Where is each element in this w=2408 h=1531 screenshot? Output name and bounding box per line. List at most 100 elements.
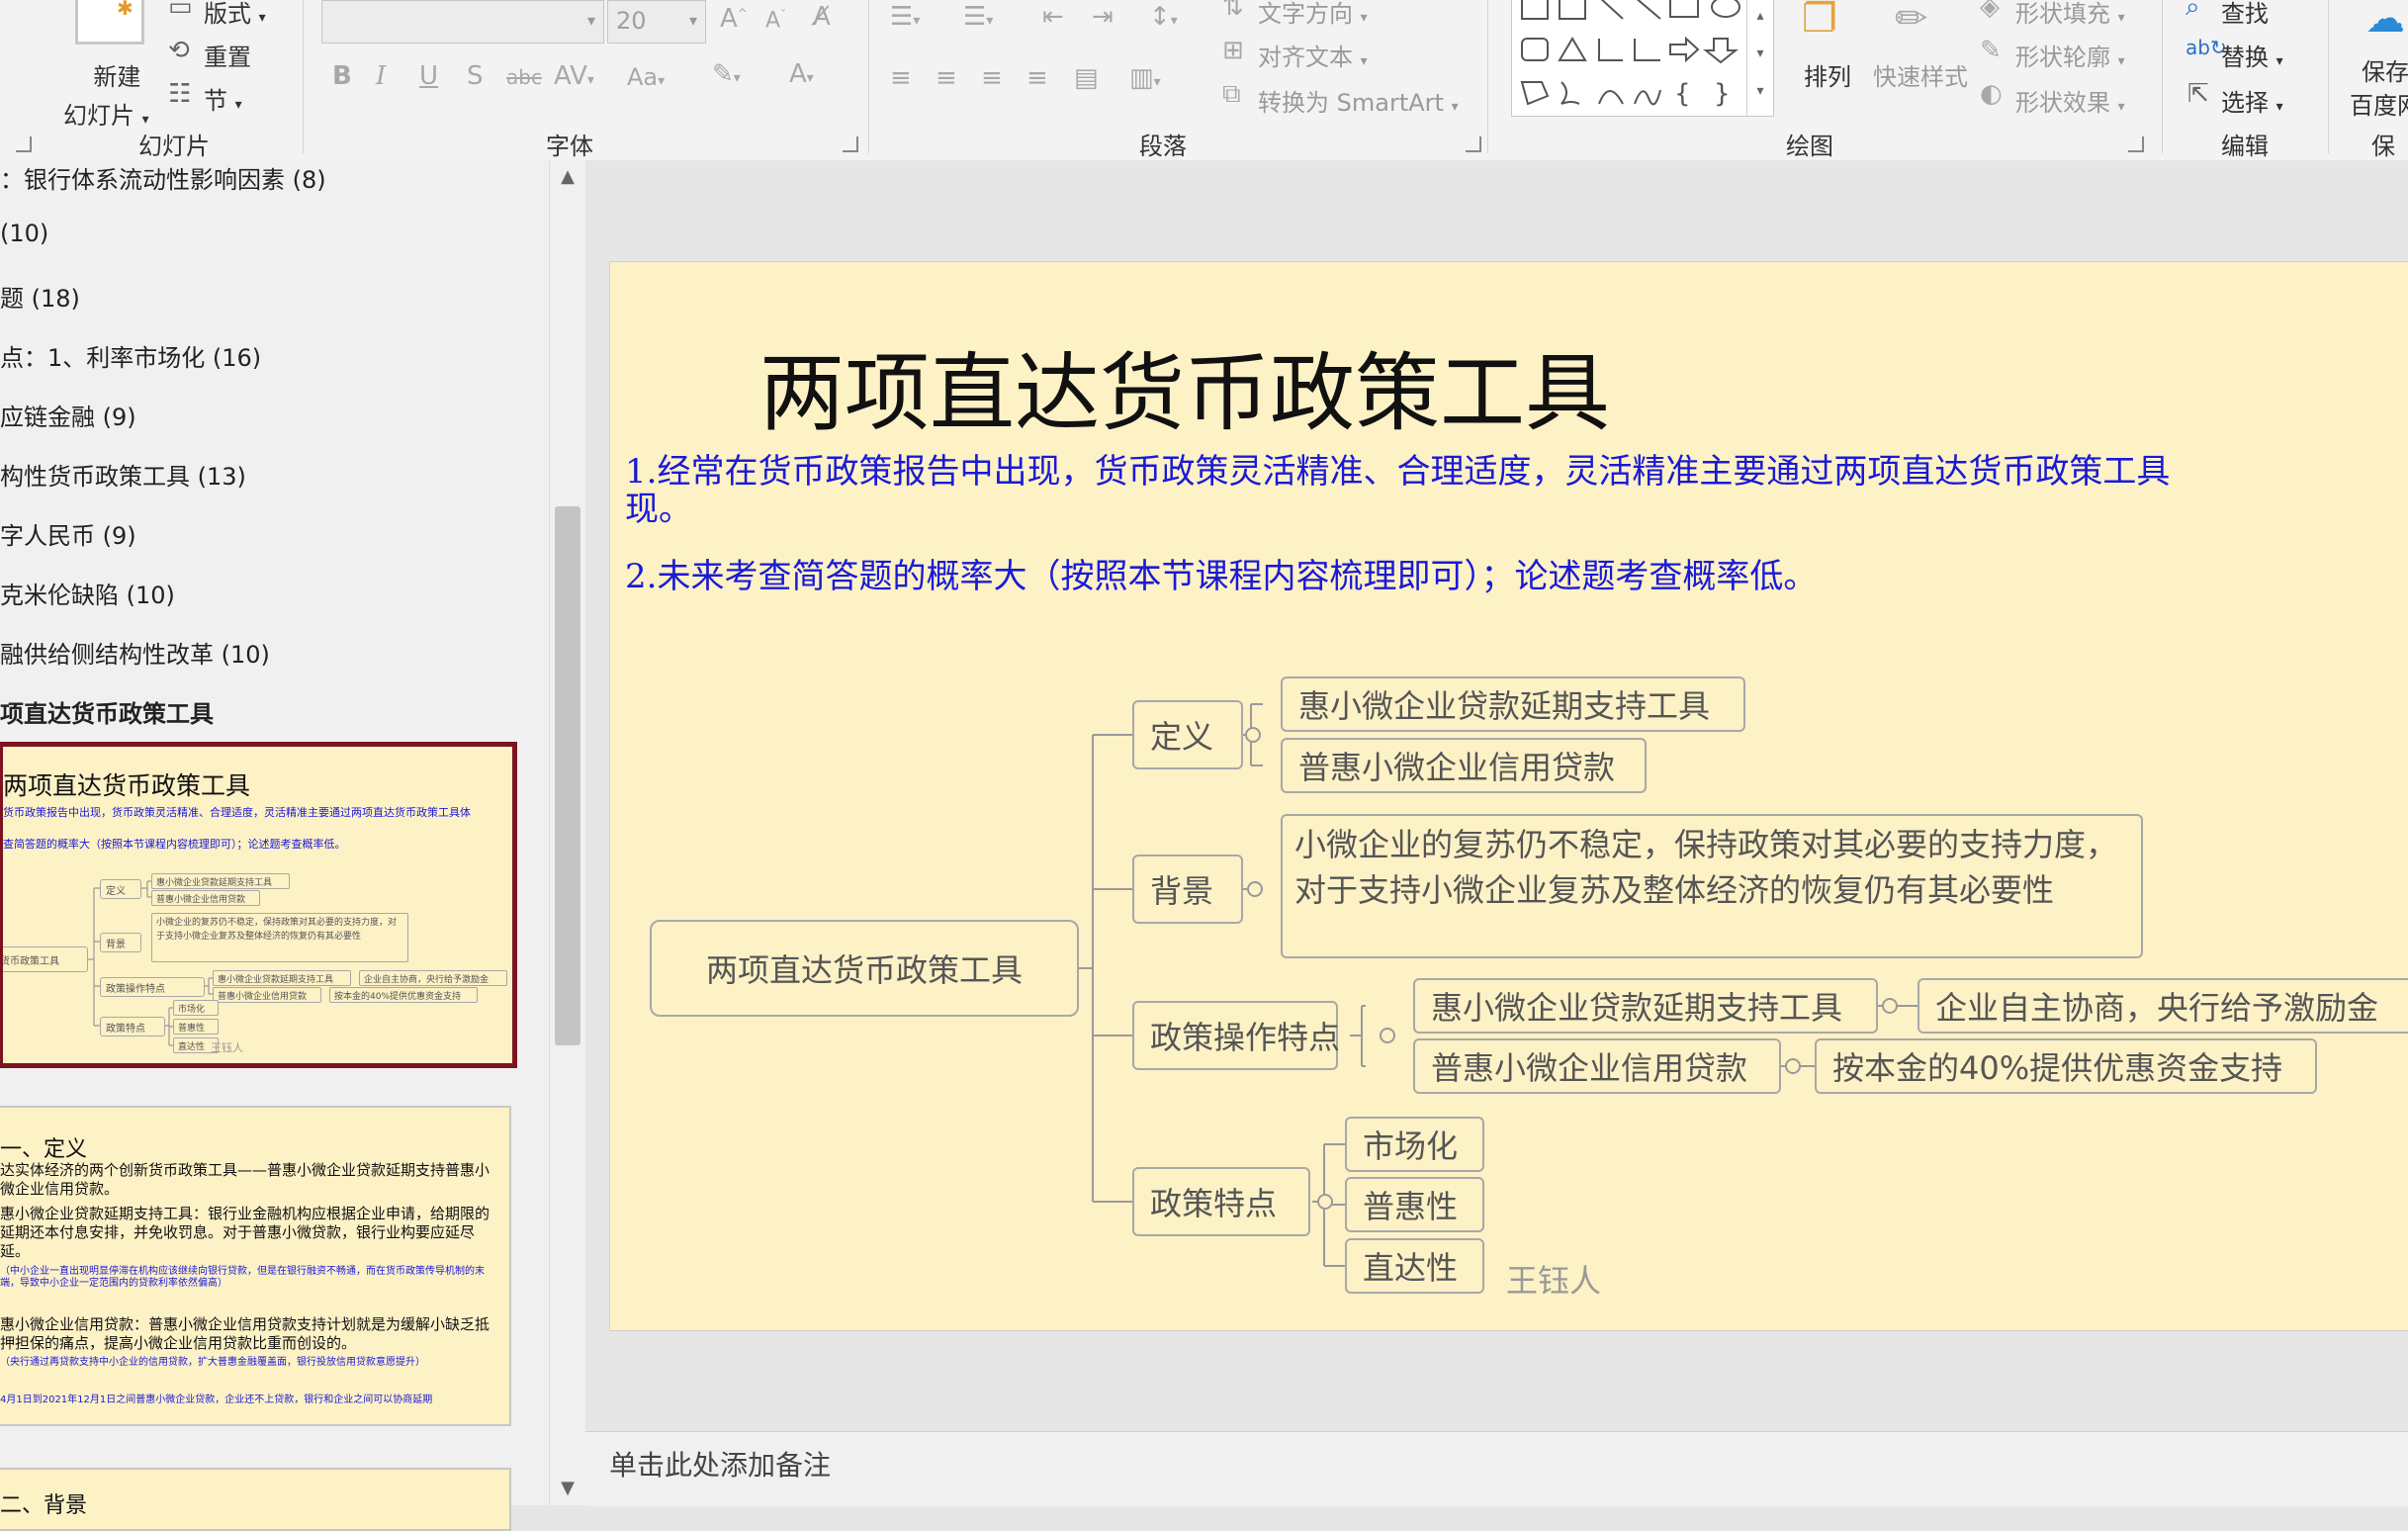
thumb-node-text: 达货币政策工具 bbox=[0, 955, 59, 967]
shapes-gallery[interactable]: { } ▴ ▾ ▾ bbox=[1511, 0, 1774, 117]
font-color-icon[interactable]: A▾ bbox=[789, 59, 814, 89]
shape-fill-button[interactable]: 形状填充 ▾ bbox=[2015, 0, 2125, 29]
new-slide-button[interactable]: 新建 幻灯片 ▾ bbox=[63, 57, 149, 131]
numbering-icon[interactable]: ☰▾ bbox=[963, 2, 993, 32]
mindmap-root-node[interactable]: 两项直达货币政策工具 bbox=[650, 920, 1079, 1017]
section-button[interactable]: 节 ▾ bbox=[204, 81, 242, 116]
align-center-icon[interactable]: ≡ bbox=[936, 63, 957, 93]
line-spacing-icon[interactable]: ↕▾ bbox=[1149, 2, 1178, 32]
outline-item[interactable]: 克米伦缺陷 (10) bbox=[0, 576, 175, 610]
clear-format-icon[interactable]: A̸ bbox=[813, 2, 831, 32]
layout-button[interactable]: 版式 ▾ bbox=[204, 0, 266, 29]
text-direction-icon: ⇅ bbox=[1222, 0, 1244, 22]
smartart-icon: ⧉ bbox=[1222, 79, 1241, 109]
bold-icon[interactable]: B bbox=[332, 61, 352, 91]
shape-effects-button[interactable]: 形状效果 ▾ bbox=[2015, 83, 2125, 118]
thumb-node: 按本金的40%提供优惠资金支持 bbox=[329, 987, 478, 1003]
decrease-indent-icon[interactable]: ⇤ bbox=[1042, 2, 1064, 32]
strikethrough-icon[interactable]: abc bbox=[506, 65, 542, 89]
mindmap-node-text: 政策特点 bbox=[1150, 1185, 1278, 1222]
outline-item[interactable]: ：银行体系流动性影响因素 (8) bbox=[0, 160, 326, 195]
increase-indent-icon[interactable]: ⇥ bbox=[1092, 2, 1114, 32]
slides-group-label: 幻灯片 bbox=[138, 133, 210, 160]
ribbon-separator bbox=[303, 0, 304, 153]
mindmap-leaf[interactable]: 普惠性 bbox=[1345, 1177, 1484, 1232]
slide-canvas[interactable]: 两项直达货币政策工具 1.经常在货币政策报告中出现，货币政策灵活精准、合理适度，… bbox=[609, 261, 2408, 1331]
outline-scrollbar[interactable]: ▲ ▼ bbox=[549, 160, 585, 1505]
align-right-icon[interactable]: ≡ bbox=[981, 63, 1003, 93]
underline-icon[interactable]: U bbox=[419, 61, 438, 91]
thumb2-note: （中小企业一直出现明显停滞在机构应该继续向银行贷款，但是在银行融资不畅通，而在货… bbox=[0, 1266, 485, 1289]
thumb-node-text: 普惠小微企业信用贷款 bbox=[218, 991, 308, 1002]
gallery-scroll[interactable]: ▴ ▾ ▾ bbox=[1746, 0, 1773, 116]
thumb3-heading: 二、背景 bbox=[0, 1493, 88, 1518]
align-left-icon[interactable]: ≡ bbox=[890, 63, 912, 93]
new-slide-star-icon: ✱ bbox=[117, 0, 134, 20]
slides-launcher[interactable] bbox=[16, 136, 32, 152]
grow-font-icon[interactable]: A^ bbox=[720, 4, 748, 34]
notes-pane[interactable]: 单击此处添加备注 bbox=[585, 1431, 2408, 1506]
convert-smartart-button[interactable]: 转换为 SmartArt ▾ bbox=[1258, 83, 1459, 118]
outline-item[interactable]: 项直达货币政策工具 bbox=[0, 694, 214, 729]
distributed-icon[interactable]: ▤ bbox=[1074, 63, 1099, 93]
save-baidu-button[interactable]: 保存 百度网 bbox=[2350, 55, 2408, 123]
mindmap-node-background[interactable]: 背景 bbox=[1132, 855, 1243, 924]
mindmap-leaf[interactable]: 市场化 bbox=[1345, 1117, 1484, 1172]
mindmap-leaf[interactable]: 惠小微企业贷款延期支持工具 bbox=[1413, 978, 1878, 1034]
select-button[interactable]: 选择 ▾ bbox=[2221, 83, 2283, 118]
paragraph-launcher[interactable] bbox=[1466, 136, 1481, 152]
scroll-up-icon[interactable]: ▲ bbox=[550, 166, 585, 187]
thumb-node: 普惠性 bbox=[173, 1019, 219, 1035]
outline-item[interactable]: (10) bbox=[0, 220, 48, 247]
bullets-icon[interactable]: ☰▾ bbox=[890, 2, 920, 32]
section-label: 节 bbox=[204, 87, 227, 115]
mindmap-node-text: 普惠小微企业信用贷款 bbox=[1431, 1049, 1748, 1087]
mindmap-node-text: 两项直达货币政策工具 bbox=[705, 951, 1023, 989]
outline-item[interactable]: 构性货币政策工具 (13) bbox=[0, 457, 246, 492]
align-text-button[interactable]: 对齐文本 ▾ bbox=[1258, 38, 1368, 72]
mindmap-leaf[interactable]: 普惠小微企业信用贷款 bbox=[1413, 1038, 1781, 1094]
thumb-node-text: 政策操作特点 bbox=[106, 983, 165, 995]
mindmap-node-definition[interactable]: 定义 bbox=[1132, 700, 1243, 769]
outline-item[interactable]: 融供给侧结构性改革 (10) bbox=[0, 635, 270, 670]
mindmap-leaf[interactable]: 普惠小微企业信用贷款 bbox=[1281, 738, 1647, 793]
quick-styles-button[interactable]: 快速样式 bbox=[1873, 57, 1968, 92]
outline-item[interactable]: 点：1、利率市场化 (16) bbox=[0, 338, 261, 373]
change-case-icon[interactable]: Aa▾ bbox=[627, 63, 665, 91]
mindmap-leaf[interactable]: 直达性 bbox=[1345, 1238, 1484, 1294]
outline-item[interactable]: 应链金融 (9) bbox=[0, 398, 136, 432]
drawing-launcher[interactable] bbox=[2128, 136, 2144, 152]
thumb-node: 普惠小微企业信用贷款 bbox=[213, 987, 321, 1003]
arrange-button[interactable]: 排列 bbox=[1804, 57, 1851, 92]
mindmap-node-operation[interactable]: 政策操作特点 bbox=[1132, 1001, 1340, 1070]
mindmap-leaf[interactable]: 惠小微企业贷款延期支持工具 bbox=[1281, 676, 1745, 732]
outline-item[interactable]: 题 (18) bbox=[0, 279, 80, 314]
char-spacing-icon[interactable]: AV▾ bbox=[554, 61, 594, 91]
text-direction-button[interactable]: 文字方向 ▾ bbox=[1258, 0, 1368, 29]
outline-item[interactable]: 字人民币 (9) bbox=[0, 516, 136, 551]
reset-button[interactable]: 重置 bbox=[204, 38, 251, 72]
italic-icon[interactable]: I bbox=[376, 61, 386, 91]
replace-button[interactable]: 替换 ▾ bbox=[2221, 38, 2283, 72]
slide-thumbnail-selected[interactable]: 两项直达货币政策工具 货币政策报告中出现，货币政策灵活精准、合理适度，灵活精准主… bbox=[0, 742, 517, 1068]
shape-outline-button[interactable]: 形状轮廓 ▾ bbox=[2015, 38, 2125, 72]
font-name-box[interactable]: ▾ bbox=[321, 0, 604, 44]
columns-icon[interactable]: ▥▾ bbox=[1129, 63, 1161, 93]
scroll-down-icon[interactable]: ▼ bbox=[550, 1478, 585, 1498]
slide-thumbnail[interactable]: 二、背景 bbox=[0, 1468, 511, 1531]
mindmap-leaf[interactable]: 小微企业的复苏仍不稳定，保持政策对其必要的支持力度，对于支持小微企业复苏及整体经… bbox=[1281, 814, 2143, 958]
find-button[interactable]: 查找 bbox=[2221, 0, 2269, 29]
mindmap-node-features[interactable]: 政策特点 bbox=[1132, 1167, 1310, 1236]
shrink-font-icon[interactable]: Aˇ bbox=[765, 8, 786, 33]
scroll-thumb[interactable] bbox=[555, 506, 580, 1045]
highlight-icon[interactable]: ✎▾ bbox=[712, 59, 741, 89]
thumb-node: 小微企业的复苏仍不稳定，保持政策对其必要的支持力度，对于支持小微企业复苏及整体经… bbox=[151, 913, 408, 962]
slide-thumbnail[interactable]: 一、定义 达实体经济的两个创新货币政策工具——普惠小微企业贷款延期支持普惠小微企… bbox=[0, 1106, 511, 1426]
justify-icon[interactable]: ≡ bbox=[1026, 63, 1048, 93]
font-size-box[interactable]: 20 ▾ bbox=[607, 0, 706, 44]
font-launcher[interactable] bbox=[843, 136, 858, 152]
new-slide-label: 新建 bbox=[93, 63, 141, 91]
mindmap-leaf[interactable]: 企业自主协商，央行给予激励金 bbox=[1917, 978, 2408, 1034]
mindmap-leaf[interactable]: 按本金的40%提供优惠资金支持 bbox=[1815, 1038, 2317, 1094]
shadow-icon[interactable]: S bbox=[467, 61, 484, 91]
